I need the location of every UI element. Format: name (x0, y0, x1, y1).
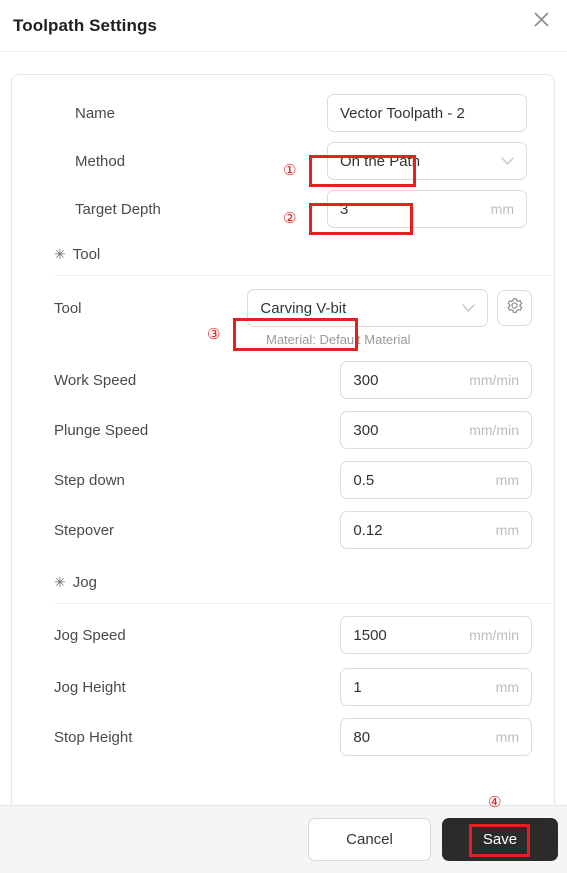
step-down-unit: mm (495, 472, 519, 488)
row-tool: Tool Carving V-bit (34, 280, 532, 336)
jog-section-title: Jog (72, 573, 97, 591)
target-depth-unit: mm (490, 201, 514, 217)
dialog-body: Name Vector Toolpath - 2 Method On the P… (0, 52, 567, 805)
step-down-input[interactable]: 0.5 mm (340, 461, 532, 499)
stop-height-unit: mm (495, 729, 519, 745)
row-plunge-speed: Plunge Speed 300 mm/min (34, 405, 532, 455)
dialog-title: Toolpath Settings (13, 15, 157, 35)
tool-section-header: ✳ Tool (54, 239, 532, 269)
work-speed-unit: mm/min (469, 372, 519, 388)
tool-select[interactable]: Carving V-bit (247, 289, 489, 327)
jog-height-input[interactable]: 1 mm (340, 668, 532, 706)
step-down-label: Step down (54, 471, 125, 489)
name-input[interactable]: Vector Toolpath - 2 (327, 94, 527, 132)
chevron-down-icon (454, 304, 475, 312)
method-label: Method (75, 152, 126, 170)
row-target-depth: Target Depth 3 mm (34, 185, 532, 233)
method-select[interactable]: On the Path (327, 142, 527, 180)
name-value: Vector Toolpath - 2 (340, 104, 465, 122)
row-jog-height: Jog Height 1 mm (34, 662, 532, 712)
work-speed-label: Work Speed (54, 371, 137, 389)
row-stop-height: Stop Height 80 mm (34, 712, 532, 762)
tool-value: Carving V-bit (260, 299, 347, 317)
row-method: Method On the Path (34, 137, 532, 185)
step-down-value: 0.5 (353, 471, 375, 489)
target-depth-input[interactable]: 3 mm (327, 190, 527, 228)
work-speed-value: 300 (353, 371, 379, 389)
tool-section: ✳ Tool (34, 233, 551, 276)
jog-height-value: 1 (353, 678, 362, 696)
stepover-unit: mm (495, 522, 519, 538)
tool-section-title: Tool (72, 245, 101, 263)
dialog-footer: Cancel Save (0, 805, 567, 873)
section-divider (54, 275, 551, 276)
gear-icon: ✳ (54, 574, 66, 590)
gear-icon: ✳ (54, 246, 66, 262)
settings-card: Name Vector Toolpath - 2 Method On the P… (11, 74, 555, 805)
stepover-label: Stepover (54, 521, 115, 539)
save-button[interactable]: Save (442, 818, 558, 861)
dialog-header: Toolpath Settings (0, 0, 567, 52)
section-divider (54, 603, 551, 604)
target-depth-value: 3 (340, 200, 349, 218)
stepover-input[interactable]: 0.12 mm (340, 511, 532, 549)
row-work-speed: Work Speed 300 mm/min (34, 355, 532, 405)
jog-speed-label: Jog Speed (54, 626, 126, 644)
row-step-down: Step down 0.5 mm (34, 455, 532, 505)
gear-icon (505, 296, 524, 320)
jog-speed-unit: mm/min (469, 627, 519, 643)
toolpath-settings-dialog: Toolpath Settings Name Vector Toolpath -… (0, 0, 567, 873)
cancel-button[interactable]: Cancel (308, 818, 431, 861)
stop-height-input[interactable]: 80 mm (340, 718, 532, 756)
jog-speed-value: 1500 (353, 626, 387, 644)
row-stepover: Stepover 0.12 mm (34, 505, 532, 555)
close-icon[interactable] (525, 3, 557, 35)
jog-section: ✳ Jog (34, 555, 551, 604)
work-speed-input[interactable]: 300 mm/min (340, 361, 532, 399)
jog-height-label: Jog Height (54, 678, 126, 696)
stepover-value: 0.12 (353, 521, 383, 539)
stop-height-value: 80 (353, 728, 371, 746)
tool-settings-button[interactable] (497, 290, 532, 326)
plunge-speed-input[interactable]: 300 mm/min (340, 411, 532, 449)
jog-height-unit: mm (495, 679, 519, 695)
jog-section-header: ✳ Jog (54, 567, 532, 597)
plunge-speed-unit: mm/min (469, 422, 519, 438)
target-depth-label: Target Depth (75, 200, 161, 218)
plunge-speed-label: Plunge Speed (54, 421, 149, 439)
plunge-speed-value: 300 (353, 421, 379, 439)
method-value: On the Path (340, 152, 421, 170)
stop-height-label: Stop Height (54, 728, 133, 746)
row-name: Name Vector Toolpath - 2 (34, 89, 532, 137)
row-jog-speed: Jog Speed 1500 mm/min (34, 608, 532, 662)
tool-label: Tool (54, 299, 82, 317)
jog-speed-input[interactable]: 1500 mm/min (340, 616, 532, 654)
name-label: Name (75, 104, 116, 122)
chevron-down-icon (493, 157, 514, 165)
